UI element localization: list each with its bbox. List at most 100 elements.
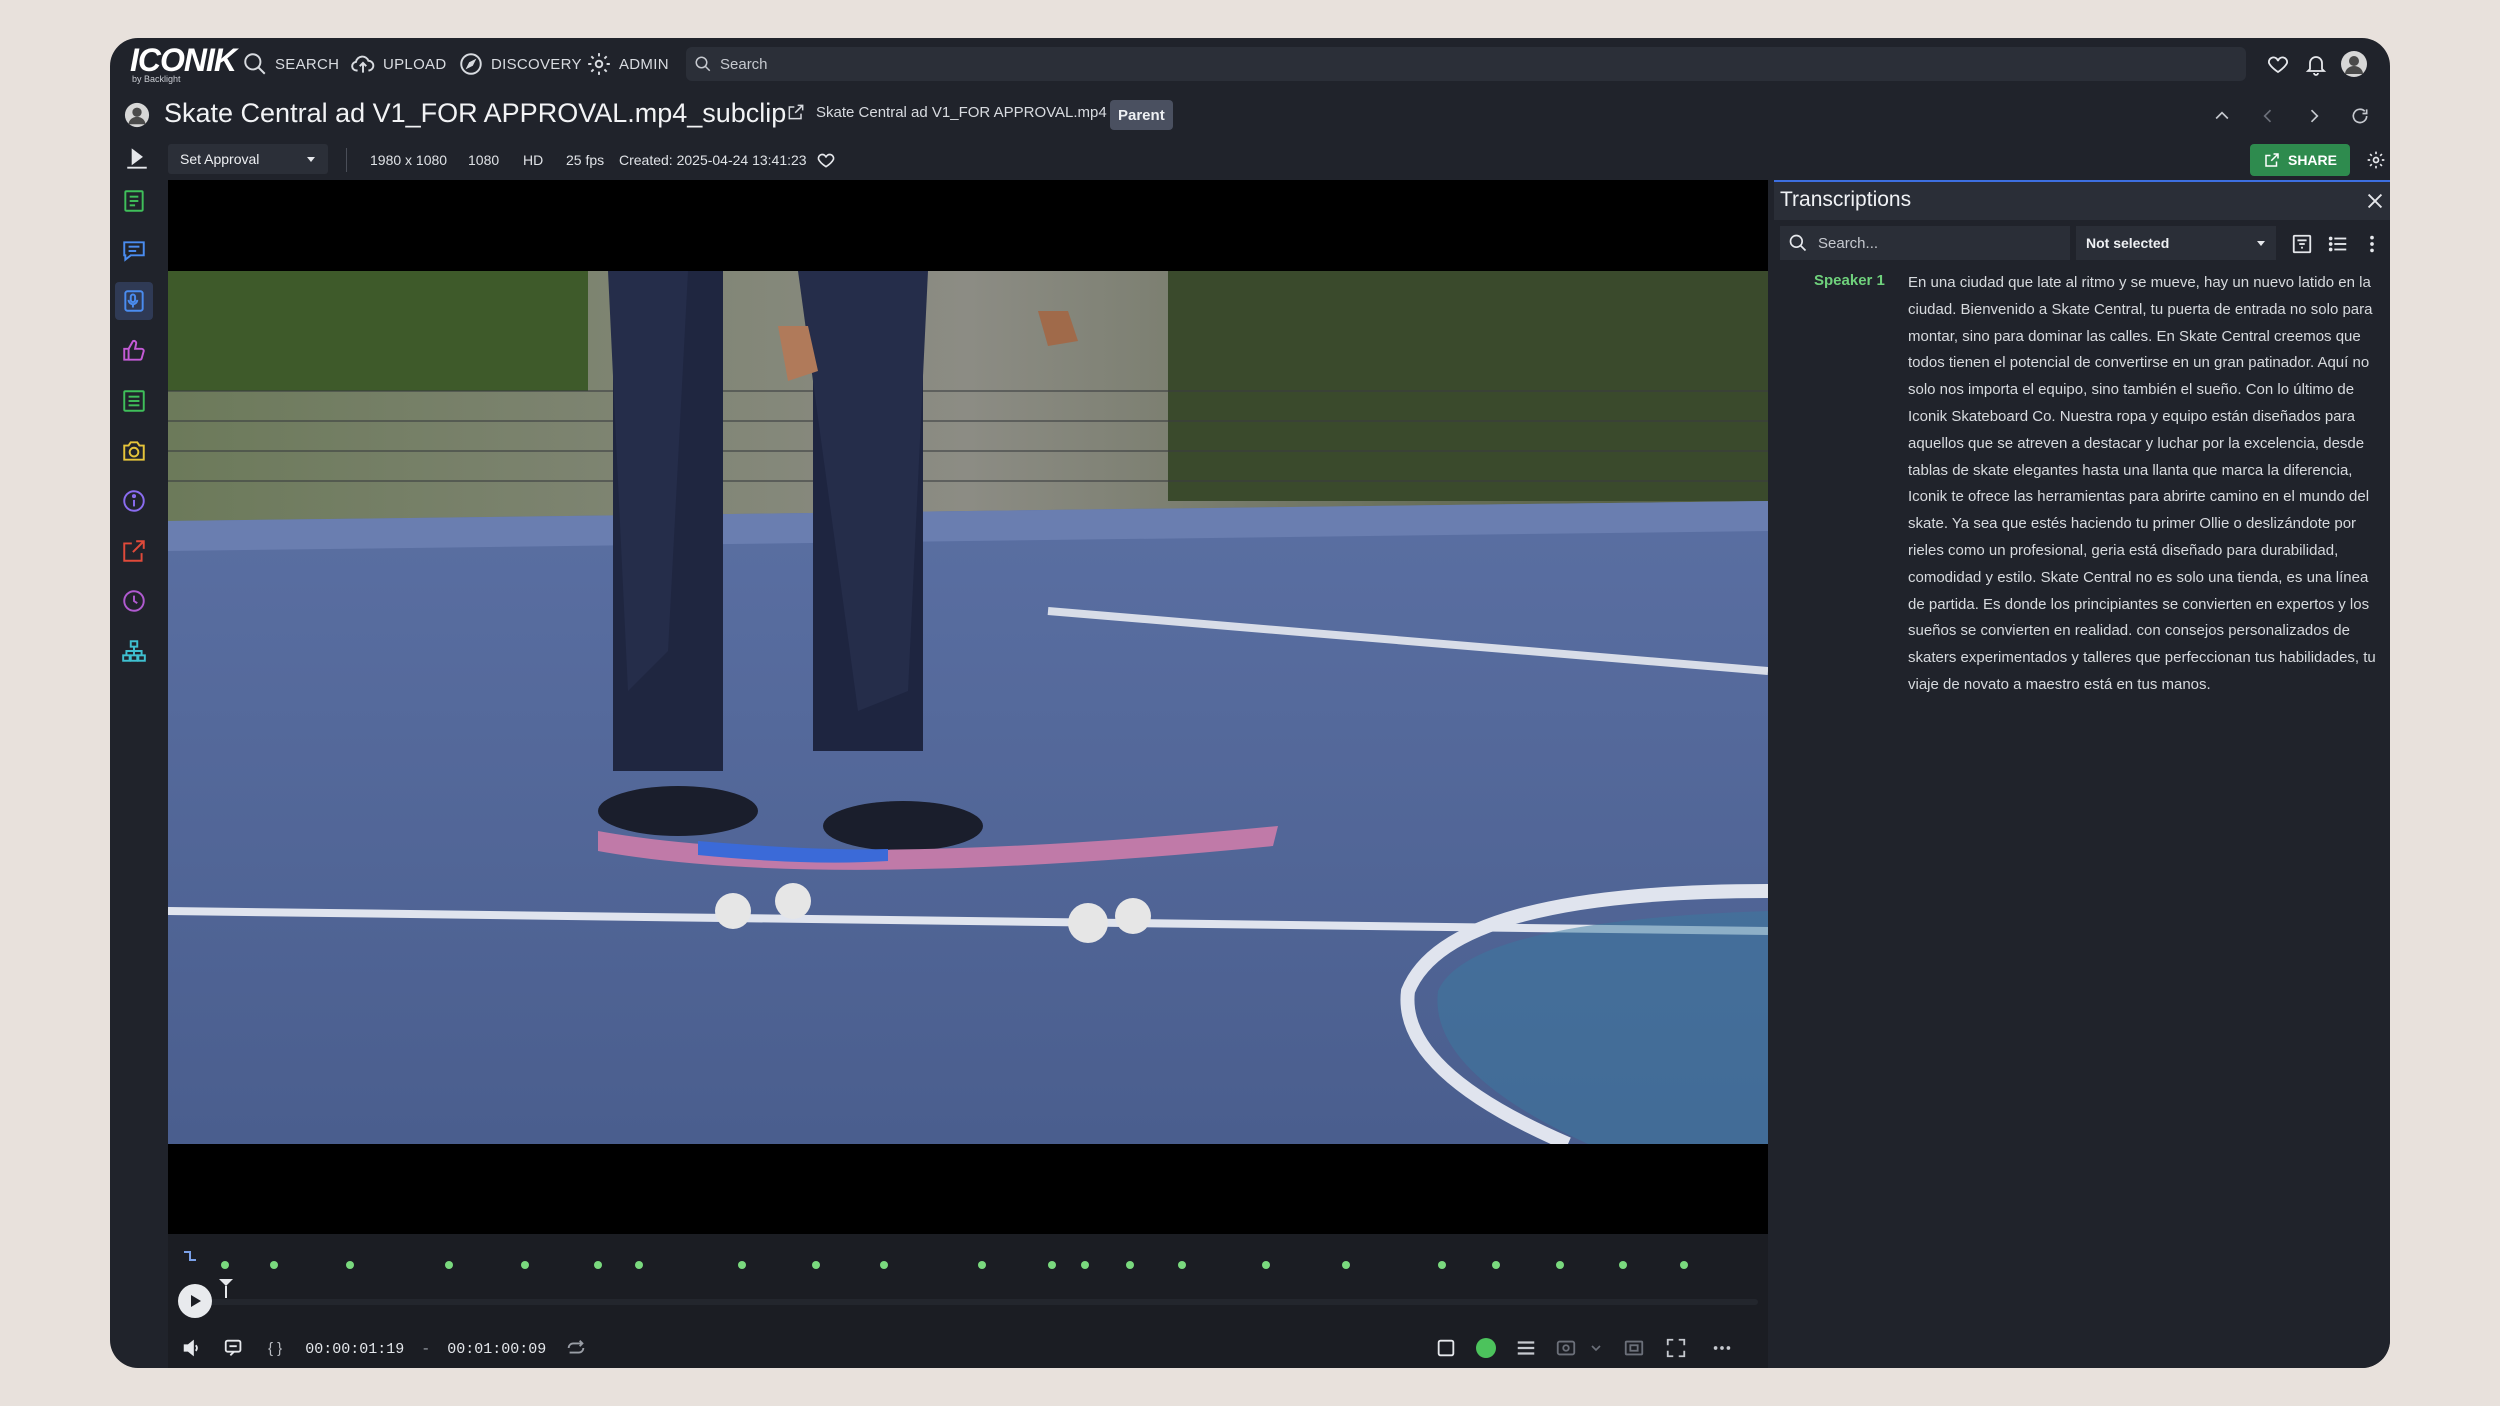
comment-marker[interactable] <box>812 1261 820 1269</box>
refresh-icon <box>2352 108 2368 124</box>
comment-marker[interactable] <box>1262 1261 1270 1269</box>
notifications-button[interactable] <box>2302 50 2330 78</box>
favorite-heart-icon[interactable] <box>816 150 836 170</box>
loop-button[interactable] <box>562 1334 590 1362</box>
comment-marker[interactable] <box>1556 1261 1564 1269</box>
comment-marker[interactable] <box>1680 1261 1688 1269</box>
user-avatar[interactable] <box>2340 50 2368 78</box>
layout-button[interactable] <box>1512 1334 1540 1362</box>
comment-marker[interactable] <box>1048 1261 1056 1269</box>
sidebar-item-versions[interactable] <box>115 382 153 420</box>
compare-button[interactable] <box>1552 1334 1580 1362</box>
nav-search[interactable]: SEARCH <box>242 50 339 78</box>
playhead-icon[interactable] <box>218 1278 234 1298</box>
transcript-search[interactable] <box>1780 226 2070 260</box>
fullscreen-button[interactable] <box>1662 1334 1690 1362</box>
sidebar-item-info[interactable] <box>115 482 153 520</box>
share-button[interactable]: SHARE <box>2250 144 2350 176</box>
sidebar-item-approvals[interactable] <box>115 332 153 370</box>
filter-button[interactable] <box>2290 232 2314 256</box>
comment-marker[interactable] <box>1178 1261 1186 1269</box>
panel-more-button[interactable] <box>2360 232 2384 256</box>
speaker-filter-select[interactable]: Not selected <box>2076 226 2276 260</box>
more-options-button[interactable] <box>1708 1334 1736 1362</box>
comment-marker[interactable] <box>738 1261 746 1269</box>
favorites-button[interactable] <box>2264 50 2292 78</box>
comment-marker[interactable] <box>521 1261 529 1269</box>
frame-guide-button[interactable] <box>1432 1334 1460 1362</box>
transcript-search-input[interactable] <box>1818 234 2058 252</box>
filter-icon <box>2292 234 2312 254</box>
hierarchy-icon <box>122 640 146 662</box>
settings-gear-icon[interactable] <box>2366 150 2386 170</box>
transcription-icon <box>124 290 144 312</box>
caret-down-icon <box>2257 241 2265 246</box>
sidebar-item-transcriptions[interactable] <box>115 282 153 320</box>
in-point-time: 00:00:01:19 <box>305 1341 405 1358</box>
speaker-label[interactable]: Speaker 1 <box>1814 272 1885 289</box>
comment-marker[interactable] <box>1619 1261 1627 1269</box>
comment-marker[interactable] <box>221 1261 229 1269</box>
video-viewport[interactable] <box>168 180 1768 1234</box>
comment-marker[interactable] <box>1126 1261 1134 1269</box>
volume-button[interactable] <box>178 1334 206 1362</box>
sidebar-item-comments[interactable] <box>115 232 153 270</box>
panel-toggle-icon[interactable] <box>124 146 150 172</box>
nav-admin[interactable]: ADMIN <box>586 50 669 78</box>
comment-marker[interactable] <box>1081 1261 1089 1269</box>
in-out-brackets[interactable]: { } <box>268 1340 282 1357</box>
comment-marker[interactable] <box>346 1261 354 1269</box>
subtitles-button[interactable] <box>220 1334 248 1362</box>
nav-upload-label: UPLOAD <box>383 55 447 73</box>
global-search[interactable] <box>686 47 2246 81</box>
refresh-button[interactable] <box>2348 104 2372 128</box>
history-icon <box>123 590 145 612</box>
comment-marker[interactable] <box>1492 1261 1500 1269</box>
sidebar-item-export[interactable] <box>115 532 153 570</box>
scrub-bar[interactable] <box>178 1299 1758 1305</box>
parent-asset-link[interactable]: Skate Central ad V1_FOR APPROVAL.mp4 <box>786 102 1107 122</box>
iconik-logo[interactable]: ICONIK by Backlight <box>130 44 237 84</box>
compare-dropdown[interactable] <box>1582 1334 1610 1362</box>
play-button[interactable] <box>178 1284 212 1318</box>
timecode-display: { } 00:00:01:19 - 00:01:00:09 <box>268 1340 546 1358</box>
status-indicator[interactable] <box>1472 1334 1500 1362</box>
parent-badge: Parent <box>1110 100 1173 130</box>
avatar-icon <box>2341 51 2367 77</box>
panel-title: Transcriptions <box>1780 188 1912 211</box>
share-label: SHARE <box>2287 152 2337 168</box>
comment-marker[interactable] <box>270 1261 278 1269</box>
sidebar-item-snapshots[interactable] <box>115 432 153 470</box>
video-player: { } 00:00:01:19 - 00:01:00:09 <box>168 180 1768 1368</box>
comment-marker[interactable] <box>1438 1261 1446 1269</box>
list-view-button[interactable] <box>2326 232 2350 256</box>
nav-upload[interactable]: UPLOAD <box>350 50 447 78</box>
transcript-text[interactable]: En una ciudad que late al ritmo y se mue… <box>1908 270 2382 699</box>
safe-area-button[interactable] <box>1620 1334 1648 1362</box>
heart-icon <box>2268 56 2288 74</box>
chevron-left-icon <box>2263 109 2272 123</box>
comment-marker[interactable] <box>978 1261 986 1269</box>
close-icon[interactable] <box>2364 190 2386 212</box>
global-search-input[interactable] <box>720 55 2220 73</box>
comment-marker[interactable] <box>880 1261 888 1269</box>
comment-marker[interactable] <box>635 1261 643 1269</box>
share-icon <box>2265 153 2279 167</box>
sidebar-item-metadata[interactable] <box>115 182 153 220</box>
nav-discovery-label: DISCOVERY <box>491 55 582 73</box>
collapse-button[interactable] <box>2210 104 2234 128</box>
sidebar-item-history[interactable] <box>115 582 153 620</box>
approval-select[interactable]: Set Approval <box>168 144 328 174</box>
previous-asset-button[interactable] <box>2256 104 2280 128</box>
comment-marker[interactable] <box>594 1261 602 1269</box>
nav-discovery[interactable]: DISCOVERY <box>458 50 582 78</box>
comment-marker[interactable] <box>1342 1261 1350 1269</box>
next-asset-button[interactable] <box>2302 104 2326 128</box>
divider <box>346 148 347 172</box>
sidebar-item-relations[interactable] <box>115 632 153 670</box>
asset-title-row: Skate Central ad V1_FOR APPROVAL.mp4_sub… <box>110 90 2390 140</box>
transcriptions-panel: Transcriptions Not selected Speaker 1 En… <box>1774 180 2390 1368</box>
fullscreen-icon <box>1666 1338 1686 1358</box>
more-vertical-icon <box>2370 235 2374 253</box>
comment-marker[interactable] <box>445 1261 453 1269</box>
